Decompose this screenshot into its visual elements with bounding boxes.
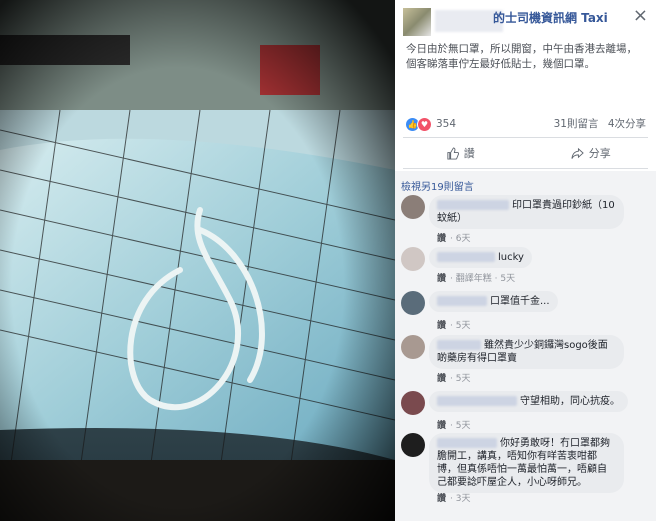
like-button[interactable]: 讚: [395, 145, 526, 161]
comment-avatar[interactable]: [401, 291, 425, 315]
comment-time[interactable]: 3天: [456, 494, 471, 504]
commenter-name[interactable]: [437, 438, 497, 448]
post-panel: 的士司機資訊網 Taxi × 今日由於無口罩，所以開窗，中午由香港去離場，個客睇…: [395, 0, 656, 521]
comment-time[interactable]: 5天: [500, 274, 515, 284]
comment-time[interactable]: 5天: [456, 321, 471, 331]
comment-bubble: 印口罩貴過印鈔紙（10蚊紙）: [429, 195, 624, 229]
comment-avatar[interactable]: [401, 335, 425, 359]
thumbs-up-icon: [447, 146, 459, 160]
comments-count-link[interactable]: 31則留言: [554, 118, 599, 130]
shares-count-link[interactable]: 4次分享: [608, 118, 646, 130]
comment-meta: 讚 · 5天: [437, 374, 471, 384]
comment-avatar[interactable]: [401, 391, 425, 415]
comment-time[interactable]: 5天: [456, 421, 471, 431]
comment-time[interactable]: 6天: [456, 234, 471, 244]
comment-item: 雖然貴少少銅鑼灣sogo後面啲藥房有得口罩賣 讚 · 5天: [401, 335, 650, 385]
comment-like-link[interactable]: 讚: [437, 421, 446, 431]
comment-item: lucky 讚 · 翻譯年糕 · 5天: [401, 247, 650, 285]
comment-bubble: 你好勇敢呀！冇口罩都夠膽開工，講真，唔知你有咩苦衷咁都博，但真係唔怕一萬最怕萬一…: [429, 433, 624, 493]
comment-like-link[interactable]: 讚: [437, 374, 446, 384]
share-label: 分享: [588, 147, 611, 160]
commenter-name[interactable]: [437, 396, 517, 406]
comment-item: 口罩值千金... 讚 · 5天: [401, 291, 650, 331]
comment-meta: 讚 · 5天: [437, 421, 471, 431]
post-actions: 讚 分享: [395, 140, 656, 166]
comment-like-link[interactable]: 讚: [437, 494, 446, 504]
comment-time[interactable]: 5天: [456, 374, 471, 384]
comments-section: 檢視另19則留言 印口罩貴過印鈔紙（10蚊紙） 讚 · 6天 lucky 讚 · 翻…: [395, 171, 656, 521]
page-name-link[interactable]: 的士司機資訊網 Taxi: [493, 9, 608, 26]
close-icon[interactable]: ×: [633, 7, 648, 25]
comment-bubble: 口罩值千金...: [429, 291, 558, 312]
comment-avatar[interactable]: [401, 433, 425, 457]
comment-meta: 讚 · 5天: [437, 321, 471, 331]
divider: [403, 168, 648, 169]
comment-text: 口罩值千金...: [490, 296, 550, 307]
comment-like-link[interactable]: 讚: [437, 234, 446, 244]
post-stats: 31則留言 4次分享: [548, 116, 646, 131]
comment-meta: 讚 · 6天: [437, 234, 471, 244]
mask-on-dashboard-image: [0, 0, 395, 521]
comment-like-link[interactable]: 讚: [437, 274, 446, 284]
translate-link[interactable]: 翻譯年糕: [456, 274, 492, 284]
post-header: 的士司機資訊網 Taxi ×: [395, 0, 656, 40]
comment-item: 守望相助，同心抗疫。 讚 · 5天: [401, 391, 650, 431]
divider: [403, 137, 648, 138]
view-more-comments-link[interactable]: 檢視另19則留言: [401, 178, 474, 193]
post-photo[interactable]: [0, 0, 395, 521]
comment-bubble: 雖然貴少少銅鑼灣sogo後面啲藥房有得口罩賣: [429, 335, 624, 369]
share-arrow-icon: [571, 147, 584, 159]
like-label: 讚: [463, 147, 475, 160]
commenter-name[interactable]: [437, 200, 509, 210]
comment-avatar[interactable]: [401, 195, 425, 219]
love-reaction-icon: ♥: [417, 116, 432, 132]
comment-bubble: lucky: [429, 247, 532, 268]
commenter-name[interactable]: [437, 340, 481, 350]
comment-like-link[interactable]: 讚: [437, 321, 446, 331]
comment-item: 印口罩貴過印鈔紙（10蚊紙） 讚 · 6天: [401, 195, 650, 244]
comment-item: 你好勇敢呀！冇口罩都夠膽開工，講真，唔知你有咩苦衷咁都博，但真係唔怕一萬最怕萬一…: [401, 433, 650, 513]
commenter-name[interactable]: [437, 296, 487, 306]
comment-meta: 讚 · 翻譯年糕 · 5天: [437, 274, 516, 284]
comment-text: lucky: [498, 252, 524, 263]
comment-meta: 讚 · 3天: [437, 494, 471, 504]
commenter-name[interactable]: [437, 252, 495, 262]
comment-bubble: 守望相助，同心抗疫。: [429, 391, 628, 412]
page-avatar[interactable]: [403, 8, 431, 36]
comment-text: 守望相助，同心抗疫。: [520, 396, 620, 407]
comment-avatar[interactable]: [401, 247, 425, 271]
reactions-summary[interactable]: 👍 ♥ 354: [406, 116, 456, 132]
post-text: 今日由於無口罩，所以開窗，中午由香港去離場，個客睇落車佇左最好低貼士，幾個口罩。: [406, 43, 637, 70]
reaction-count: 354: [436, 118, 457, 130]
share-button[interactable]: 分享: [526, 145, 656, 161]
